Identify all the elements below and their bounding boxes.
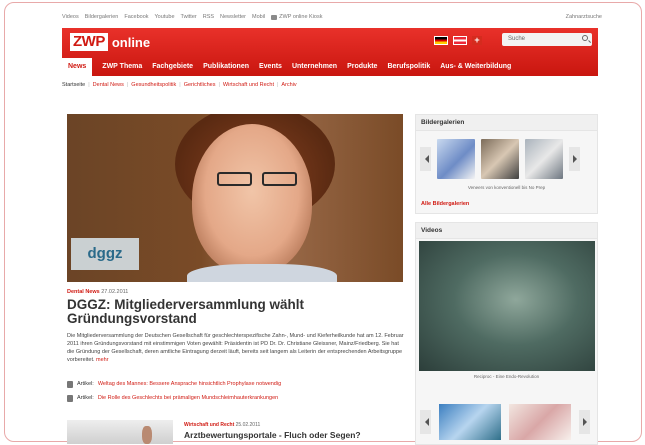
util-link-videos[interactable]: Videos <box>62 14 79 20</box>
gallery-thumbnail[interactable] <box>481 139 519 179</box>
nav-zwp-thema[interactable]: ZWP Thema <box>102 58 142 76</box>
util-link-facebook[interactable]: Facebook <box>124 14 148 20</box>
related-link[interactable]: Die Rolle des Geschlechts bei prämaligen… <box>98 395 278 401</box>
videos-title: Videos <box>416 223 597 239</box>
utility-nav: Videos Bildergalerien Facebook Youtube T… <box>62 10 602 24</box>
nav-news[interactable]: News <box>62 58 93 76</box>
hero-image[interactable]: dggz <box>67 114 403 282</box>
util-link-rss[interactable]: RSS <box>203 14 214 20</box>
chevron-left-icon[interactable] <box>420 410 431 434</box>
nav-produkte[interactable]: Produkte <box>347 58 377 76</box>
site-logo[interactable]: ZWP online <box>70 33 150 51</box>
util-link-twitter[interactable]: Twitter <box>181 14 197 20</box>
switzerland-flag-icon[interactable]: + <box>472 36 482 45</box>
related-article: Artikel: Weltag des Mannes: Bessere Ansp… <box>67 377 407 391</box>
chevron-right-icon[interactable] <box>569 147 580 171</box>
teaser-title[interactable]: Arztbewertungsportale - Fluch oder Segen… <box>184 430 361 440</box>
video-carousel <box>416 401 597 443</box>
crumb-archive[interactable]: Archiv <box>281 82 296 88</box>
dentist-search-link[interactable]: Zahnarztsuche <box>566 14 602 20</box>
teaser-meta: Wirtschaft und Recht 25.02.2011 <box>184 422 260 428</box>
crumb-home[interactable]: Startseite <box>62 82 85 88</box>
nav-unternehmen[interactable]: Unternehmen <box>292 58 337 76</box>
video-caption: Reciproc - Eine Endo-Revolution <box>473 374 540 379</box>
search-input[interactable]: Suche <box>502 33 592 46</box>
article-category[interactable]: Dental News <box>67 289 100 295</box>
article-body-text: Die Mitgliederversammlung der Deutschen … <box>67 333 404 363</box>
gallery-title: Bildergalerien <box>416 115 597 131</box>
main-nav: News ZWP Thema Fachgebiete Publikationen… <box>62 58 521 76</box>
crumb-health-policy[interactable]: Gesundheitspolitik <box>131 82 176 88</box>
teaser-thumbnail[interactable] <box>67 420 173 444</box>
nav-publikationen[interactable]: Publikationen <box>203 58 249 76</box>
search-icon[interactable] <box>582 35 588 41</box>
article-date: 27.02.2011 <box>101 289 129 295</box>
hero-shirt <box>187 264 337 282</box>
gallery-thumbnail[interactable] <box>525 139 563 179</box>
more-link[interactable]: mehr <box>96 357 109 363</box>
nav-fachgebiete[interactable]: Fachgebiete <box>152 58 193 76</box>
video-thumbnail[interactable] <box>509 404 571 440</box>
related-prefix: Artikel: <box>77 381 94 387</box>
gallery-caption: Veneers von konventionell bis No Prep <box>467 185 546 190</box>
document-icon <box>67 394 73 402</box>
related-link[interactable]: Weltag des Mannes: Bessere Ansprache hin… <box>98 381 281 387</box>
nav-berufspolitik[interactable]: Berufspolitik <box>387 58 430 76</box>
kiosk-label: ZWP online Kiosk <box>279 14 323 20</box>
util-link-youtube[interactable]: Youtube <box>155 14 175 20</box>
chevron-right-icon[interactable] <box>579 410 590 434</box>
video-thumbnail[interactable] <box>439 404 501 440</box>
related-prefix: Artikel: <box>77 395 94 401</box>
teaser-category[interactable]: Wirtschaft und Recht <box>184 422 234 428</box>
language-flags: + <box>434 36 482 45</box>
nav-weiterbildung[interactable]: Aus- & Weiterbildung <box>440 58 511 76</box>
crumb-business-law[interactable]: Wirtschaft und Recht <box>223 82 274 88</box>
util-link-newsletter[interactable]: Newsletter <box>220 14 246 20</box>
hero-glasses <box>217 172 297 186</box>
gallery-carousel <box>416 137 599 181</box>
dggz-logo: dggz <box>71 238 139 270</box>
all-galleries-link[interactable]: Alle Bildergalerien <box>421 201 469 207</box>
article-meta: Dental News 27.02.2011 <box>67 289 128 295</box>
teaser-date: 25.02.2011 <box>235 422 261 428</box>
kiosk-link[interactable]: ZWP online Kiosk <box>271 14 328 20</box>
related-articles: Artikel: Weltag des Mannes: Bessere Ansp… <box>67 377 407 405</box>
video-player[interactable] <box>419 241 595 371</box>
article-headline[interactable]: DGGZ: Mitgliederversammlung wählt Gründu… <box>67 298 407 326</box>
hero-portrait <box>192 124 312 274</box>
breadcrumb: Startseite | Dental News | Gesundheitspoli… <box>62 82 297 88</box>
crumb-court[interactable]: Gerichtliches <box>184 82 216 88</box>
search-placeholder: Suche <box>508 36 526 42</box>
germany-flag-icon[interactable] <box>434 36 448 45</box>
gallery-thumbnail[interactable] <box>437 139 475 179</box>
nav-events[interactable]: Events <box>259 58 282 76</box>
crumb-dental-news[interactable]: Dental News <box>93 82 124 88</box>
logo-brand: ZWP <box>70 33 108 51</box>
site-header: ZWP online + Suche News ZWP Thema Fachge… <box>62 28 598 76</box>
gallery-widget: Bildergalerien Veneers von konventionell… <box>415 114 598 214</box>
kiosk-icon <box>271 14 278 20</box>
austria-flag-icon[interactable] <box>453 36 467 45</box>
article-body: Die Mitgliederversammlung der Deutschen … <box>67 332 407 364</box>
chevron-left-icon[interactable] <box>420 147 431 171</box>
util-link-galleries[interactable]: Bildergalerien <box>85 14 119 20</box>
document-icon <box>67 380 73 388</box>
util-link-mobil[interactable]: Mobil <box>252 14 265 20</box>
related-article: Artikel: Die Rolle des Geschlechts bei p… <box>67 391 407 405</box>
logo-suffix: online <box>111 34 151 50</box>
video-widget: Videos Reciproc - Eine Endo-Revolution <box>415 222 598 445</box>
